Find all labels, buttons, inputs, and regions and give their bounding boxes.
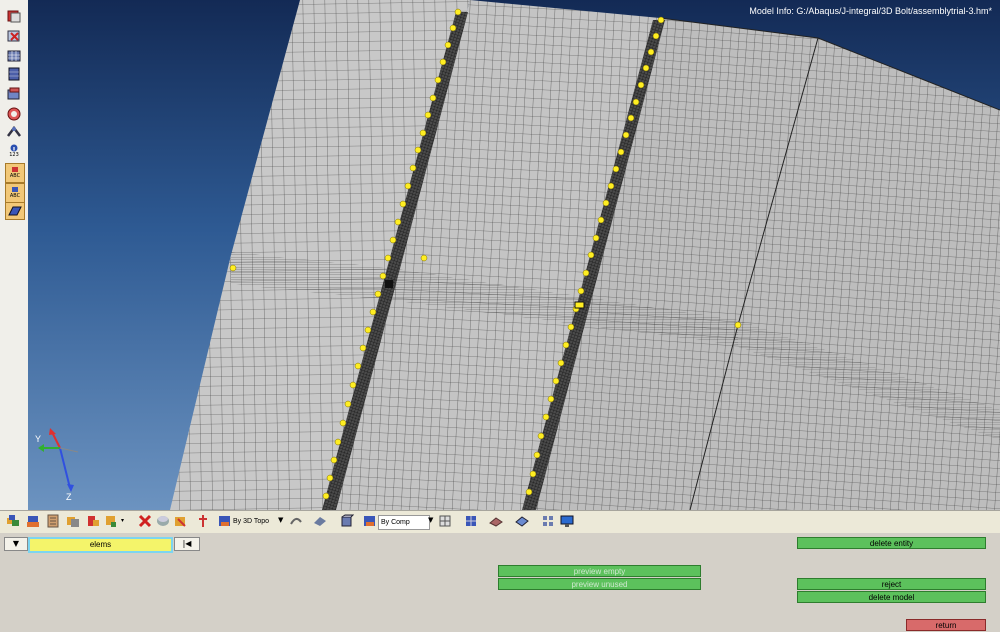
return-button[interactable]: return	[906, 619, 986, 631]
plane-icon[interactable]	[541, 514, 555, 528]
wireframe-icon[interactable]	[489, 514, 503, 528]
components-icon[interactable]	[6, 514, 20, 528]
shaded-icon[interactable]	[464, 514, 478, 528]
mesh-model	[170, 0, 1000, 510]
assemblies-icon[interactable]	[26, 514, 40, 528]
axis-triad[interactable]	[34, 424, 94, 504]
edge-display-icon[interactable]	[289, 514, 303, 528]
triad-z-label: Z	[66, 492, 72, 502]
info-icon[interactable]: 123	[5, 142, 23, 160]
left-toolbar: 123 ABC ABC	[0, 0, 29, 510]
connector-icon[interactable]	[5, 124, 23, 140]
transparent-icon[interactable]	[515, 514, 529, 528]
topo-select[interactable]: By 3D Topo	[233, 515, 277, 528]
delete-model-button[interactable]: delete model	[797, 591, 986, 603]
model-browser-icon[interactable]	[46, 514, 60, 528]
label-abc-text: ABC	[9, 193, 21, 199]
solid-display-icon[interactable]	[340, 514, 354, 528]
reset-selection-button[interactable]: |◀	[174, 537, 200, 551]
label-abc-icon[interactable]: ABC	[5, 183, 25, 203]
triad-y-label: Y	[35, 434, 42, 444]
preview-empty-button[interactable]: preview empty	[498, 565, 701, 577]
element-icon[interactable]	[5, 66, 23, 82]
delete-entity-button[interactable]: delete entity	[797, 537, 986, 549]
surface-icon[interactable]	[5, 202, 25, 220]
delete-icon[interactable]	[5, 28, 23, 44]
mesh-mode-icon[interactable]	[438, 514, 452, 528]
label-abc-icon[interactable]: ABC	[5, 163, 25, 183]
reject-button[interactable]: reject	[797, 578, 986, 590]
unmask-icon[interactable]	[104, 514, 118, 528]
bycomp-icon[interactable]	[363, 514, 377, 528]
crack-tip-marker	[385, 280, 393, 288]
delete-icon[interactable]	[138, 514, 152, 528]
bytopo-icon[interactable]	[218, 514, 232, 528]
mask-icon[interactable]	[66, 514, 80, 528]
model-info-label: Model Info: G:/Abaqus/J-integral/3D Bolt…	[749, 6, 992, 16]
graphics-viewport[interactable]: Model Info: G:/Abaqus/J-integral/3D Bolt…	[28, 0, 1000, 510]
sphere-icon[interactable]	[5, 106, 23, 122]
screen-icon[interactable]	[560, 514, 574, 528]
control-panel: ▼ elems |◀ delete entity preview empty p…	[0, 533, 1000, 632]
surface-display-icon[interactable]	[313, 514, 327, 528]
bottom-toolbar: ▾ By 3D Topo ▼ By Comp ▼	[0, 510, 1000, 534]
entity-dropdown-toggle[interactable]: ▼	[4, 537, 28, 551]
entity-selector[interactable]: elems	[28, 537, 173, 553]
info-text: 123	[9, 152, 19, 158]
preview-unused-button[interactable]: preview unused	[498, 578, 701, 590]
cross-section-icon[interactable]	[174, 514, 188, 528]
label-abc-text: ABC	[9, 173, 21, 179]
comp-select[interactable]: By Comp	[378, 515, 430, 530]
crack-tip-marker	[574, 301, 585, 309]
component-icon[interactable]	[5, 8, 23, 24]
display-icon[interactable]	[156, 514, 170, 528]
solid-icon[interactable]	[5, 86, 23, 102]
topology-icon[interactable]	[196, 514, 210, 528]
mesh-icon[interactable]	[5, 48, 23, 64]
find-icon[interactable]	[86, 514, 100, 528]
